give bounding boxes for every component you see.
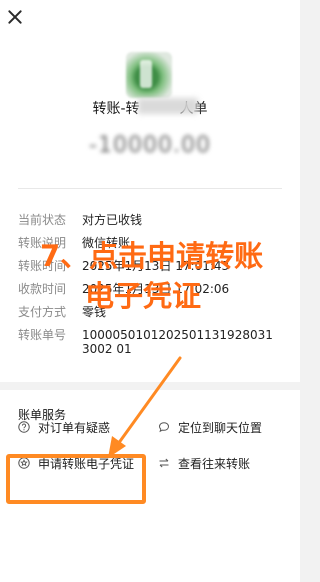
annotation-line-1: 7、点击申请转账: [40, 239, 264, 273]
detail-row-transfer-number: 转账单号 10000501012025011319280313002 01: [18, 328, 290, 356]
swap-arrows-icon: [158, 457, 170, 469]
tutorial-annotation: 7、点击申请转账 电子凭证: [40, 236, 300, 316]
detail-value: 对方已收钱: [82, 213, 143, 227]
detail-label: 当前状态: [18, 213, 67, 227]
highlight-box: [6, 454, 146, 504]
detail-label: 转账单号: [18, 328, 67, 342]
transfer-detail-panel: 转账-转人单 -10000.00 当前状态 对方已收钱 转账说明 微信转账 转账…: [0, 0, 300, 382]
redacted-name: [138, 98, 198, 114]
avatar: [126, 52, 172, 98]
detail-row-status: 当前状态 对方已收钱: [18, 213, 290, 227]
service-view-transfers[interactable]: 查看往来转账: [158, 454, 250, 472]
title-prefix: 转账-转: [92, 101, 140, 117]
annotation-line-2: 电子凭证: [85, 279, 202, 313]
service-label: 定位到聊天位置: [178, 420, 263, 435]
question-icon: [18, 421, 30, 433]
service-locate-chat[interactable]: 定位到聊天位置: [158, 418, 262, 436]
service-question-order[interactable]: 对订单有疑惑: [18, 418, 110, 436]
service-label: 对订单有疑惑: [38, 420, 111, 435]
chat-bubble-icon: [158, 421, 170, 433]
close-icon[interactable]: [4, 6, 26, 28]
service-label: 查看往来转账: [178, 456, 251, 471]
divider: [18, 188, 282, 189]
detail-value: 10000501012025011319280313002 01: [82, 328, 273, 356]
transfer-amount: -10000.00: [89, 133, 211, 158]
